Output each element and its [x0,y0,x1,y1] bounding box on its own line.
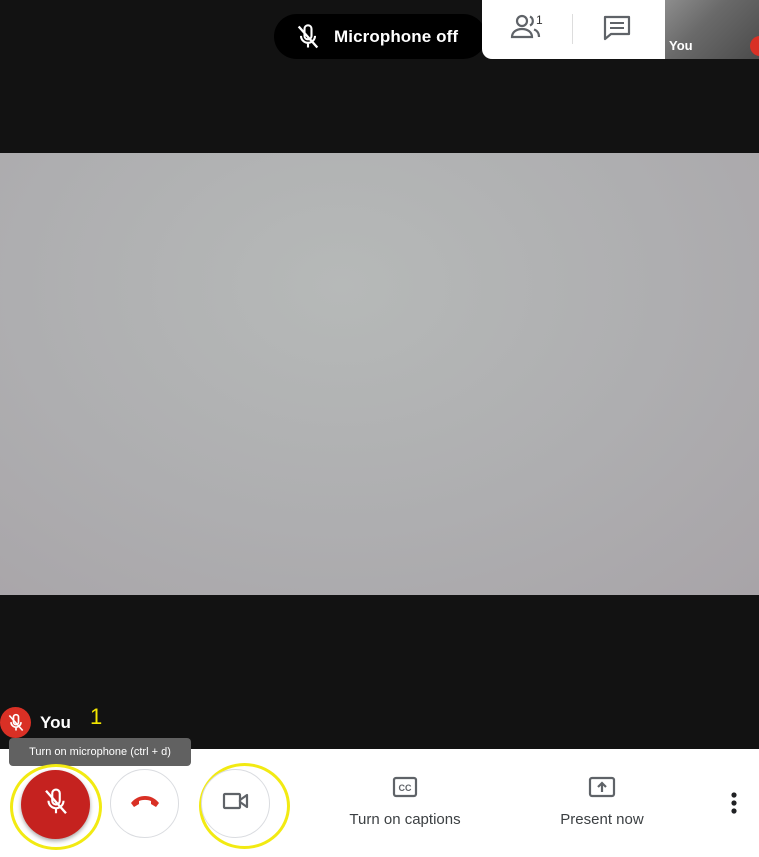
annotation-number: 1 [90,704,103,729]
mic-off-icon [41,787,71,822]
self-view-label: You [669,38,693,53]
present-label: Present now [560,811,644,828]
captions-label: Turn on captions [349,811,461,828]
chat-icon[interactable] [602,14,634,44]
cc-icon: CC [392,776,418,803]
microphone-toggle-button[interactable] [21,770,90,839]
notification-text: Microphone off [334,26,459,46]
more-options-button[interactable] [720,788,748,822]
svg-text:CC: CC [399,783,412,793]
self-view-thumbnail[interactable]: You [665,0,759,59]
participant-name: You [40,713,71,732]
phone-hangup-icon [128,791,162,816]
main-video [0,153,759,595]
present-screen-icon [588,776,616,803]
mic-tooltip: Turn on microphone (ctrl + d) [9,738,191,766]
participant-count: 1 [536,13,543,27]
mic-off-icon [0,707,31,738]
present-now-button[interactable]: Present now [548,776,656,828]
mic-off-icon [750,36,759,56]
panel-divider [572,14,573,44]
top-right-panel: 1 [482,0,665,59]
camera-toggle-button[interactable] [201,769,270,838]
video-camera-icon [222,790,250,817]
leave-call-button[interactable] [110,769,179,838]
microphone-off-notification: Microphone off [274,14,486,59]
more-vert-icon [730,791,738,820]
mic-off-icon [294,23,322,51]
captions-button[interactable]: CC Turn on captions [335,776,475,828]
